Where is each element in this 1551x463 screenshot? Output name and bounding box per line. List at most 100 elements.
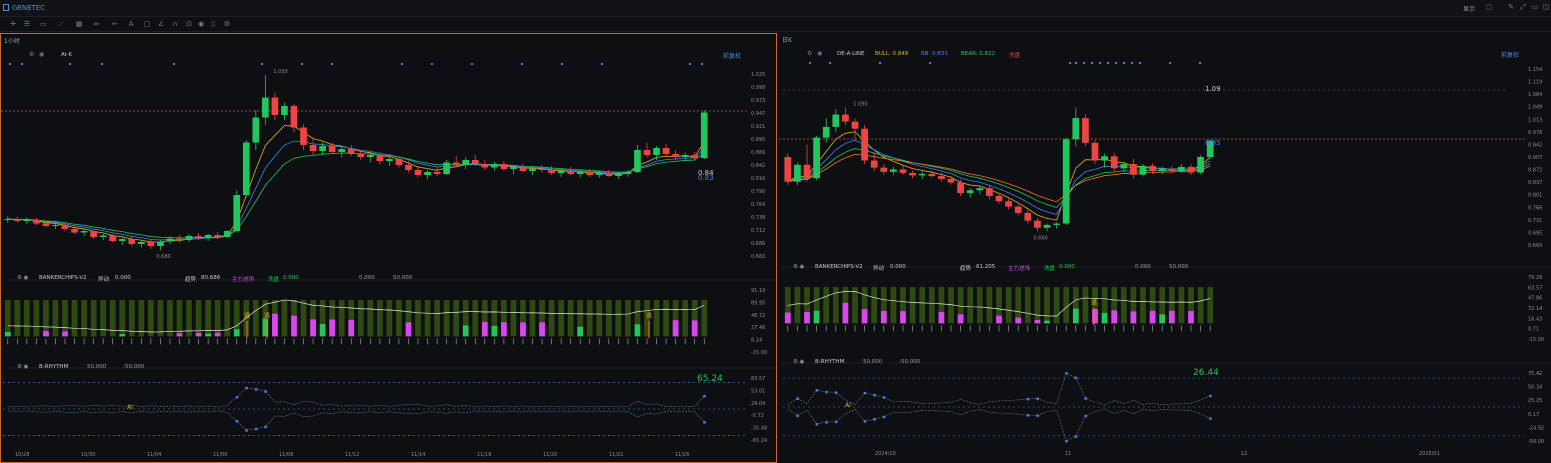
candle-body — [137, 242, 145, 244]
angle-icon[interactable]: ∠ — [156, 19, 166, 29]
sub1-green-bar — [577, 326, 584, 337]
trash-icon[interactable]: ▯ — [208, 19, 218, 29]
split-icon[interactable]: ◫ — [1541, 2, 1551, 12]
line-tool-icon[interactable]: ⟋ — [56, 19, 66, 29]
right-sub1-name[interactable]: BANKERCHIPS-V2 — [815, 264, 863, 270]
right-sub2-name[interactable]: B-RHYTHM — [815, 359, 844, 365]
y-tick-label: 0.895 — [751, 137, 765, 143]
left-sub1-settings-icon[interactable]: ⚙ ◉ — [17, 275, 28, 281]
sub2-tick-label: -50.00 — [1528, 439, 1544, 445]
sub1-trend-bar — [138, 300, 145, 337]
right-chart-pane[interactable]: 日K ⚙ ◉ DE-A-LINE BULL: 0.848 BB: 0.833 B… — [779, 33, 1551, 463]
sub2-lower-line — [7, 410, 705, 431]
sub1-main-bar — [405, 322, 412, 337]
sub1-trend-bar — [919, 287, 926, 324]
price-label: 0.83 — [698, 174, 714, 182]
drawing-toolbar: ✛ ☰ ▭ ⟋ ▦ ⇤ ← A ▢ ∠ ∩ ⊡ ◉ ▯ ⚙ — [0, 17, 1551, 32]
candle-body — [1072, 118, 1080, 140]
left-chart-pane[interactable]: 1小时 ⚙ ◉ AI-K 前复权 1.025 0.999 0.973 0.947 0.9… — [0, 33, 777, 463]
right-sub1-v2: 61.205 — [976, 264, 996, 270]
escape-label: 逃 — [244, 312, 250, 320]
sub2-tick-label: 53.01 — [751, 388, 765, 394]
text-tool-icon[interactable]: A — [126, 19, 136, 29]
sub1-tick-label: 69.95 — [751, 300, 765, 306]
y-tick-label: 0.766 — [1528, 205, 1542, 211]
sub1-main-bar — [1168, 310, 1175, 324]
right-sub2-settings-icon[interactable]: ⚙ ◉ — [793, 359, 804, 365]
left-sub1-v1: 0.000 — [115, 275, 131, 281]
sub2-upper-dot — [235, 396, 239, 399]
candle-body — [586, 172, 594, 175]
measure-icon[interactable]: ⇤ — [92, 19, 102, 29]
sub1-trend-bar — [415, 300, 421, 337]
signal-marker — [1169, 62, 1171, 64]
sub1-trend-bar — [909, 287, 916, 324]
eye-icon[interactable]: ◉ — [196, 19, 206, 29]
candle-body — [71, 229, 78, 233]
sub1-tick-label: 27.48 — [751, 325, 765, 331]
arrow-tool-icon[interactable]: ← — [110, 19, 120, 29]
candle-body — [366, 155, 374, 157]
sub1-main-bar — [291, 315, 297, 337]
signal-marker — [1107, 62, 1109, 64]
sub1-trend-bar — [424, 300, 431, 337]
crosshair-icon[interactable]: ✛ — [8, 19, 18, 29]
left-sub2-settings-icon[interactable]: ⚙ ◉ — [17, 364, 28, 370]
candle-body — [653, 148, 660, 155]
expand-icon[interactable]: ⤢ — [1518, 2, 1528, 12]
high-label: 1.090 — [853, 101, 867, 107]
window-icon[interactable]: ▭ — [1530, 2, 1540, 12]
low-label: 0.660 — [1033, 235, 1047, 241]
left-sub1-f3: 主力进场 — [232, 277, 255, 283]
candle-body — [157, 241, 164, 246]
sub1-trend-bar — [157, 300, 164, 337]
candle-body — [1168, 169, 1176, 172]
sub1-trend-bar — [4, 300, 11, 337]
candle-body — [1043, 224, 1051, 228]
rect-icon[interactable]: ▭ — [38, 19, 48, 29]
sub1-tick-label: 63.57 — [1528, 285, 1542, 291]
signal-marker — [829, 62, 831, 64]
sub1-trend-bar — [357, 300, 364, 337]
sub1-tick-label: 0.71 — [1528, 327, 1539, 333]
layout-label[interactable]: 显示 — [1463, 4, 1475, 13]
y-tick-label: 1.013 — [1528, 117, 1542, 123]
candle-body — [1197, 157, 1204, 173]
left-sub1-v6: 50.000 — [393, 275, 413, 281]
pen-icon[interactable]: ✎ — [1506, 2, 1516, 12]
candle-body — [832, 114, 840, 127]
symbol-label[interactable]: GENETEC — [12, 4, 45, 12]
layout-icon[interactable]: ▢ — [1484, 2, 1494, 12]
bars-icon[interactable]: ☰ — [22, 19, 32, 29]
sub1-trend-bar — [625, 300, 631, 337]
x-tick-label: 11/20 — [543, 452, 557, 458]
left-chart-canvas[interactable]: 1.025 0.999 0.973 0.947 0.921 0.895 0.869 0.842… — [1, 34, 778, 463]
sub1-trend-bar — [33, 300, 40, 337]
settings-icon[interactable]: ⚙ — [222, 19, 232, 29]
magnet-icon[interactable]: ∩ — [170, 19, 180, 29]
x-tick-label: 11/18 — [477, 452, 491, 458]
menu-icon[interactable] — [3, 4, 9, 11]
candle-body — [99, 235, 107, 237]
left-sub1-name[interactable]: BANKERCHIPS-V2 — [39, 275, 87, 281]
sub1-trend-bar — [1053, 287, 1060, 324]
right-sub1-settings-icon[interactable]: ⚙ ◉ — [793, 264, 804, 270]
lock-icon[interactable]: ⊡ — [184, 19, 194, 29]
candle-body — [490, 164, 498, 168]
candle-body — [1091, 142, 1099, 161]
x-tick-label: 11/12 — [345, 452, 359, 458]
sub1-trend-bar — [1024, 287, 1031, 324]
sub2-upper-dot — [825, 390, 828, 394]
right-chart-canvas[interactable]: 1.154 1.119 1.084 1.049 1.013 0.978 0.942 0.907… — [779, 33, 1551, 463]
comment-icon[interactable]: ▢ — [142, 19, 152, 29]
sub1-main-bar — [348, 319, 355, 337]
candle-body — [605, 173, 613, 176]
candle-body — [376, 155, 384, 161]
grid-icon[interactable]: ▦ — [74, 19, 84, 29]
left-sub2-name[interactable]: B-RHYTHM — [39, 364, 68, 370]
sub1-trend-bar — [453, 300, 460, 337]
sub1-trend-bar — [1120, 287, 1127, 324]
candle-body — [290, 106, 298, 128]
signal-marker — [1099, 62, 1101, 64]
x-tick-label: 10/30 — [81, 452, 95, 458]
